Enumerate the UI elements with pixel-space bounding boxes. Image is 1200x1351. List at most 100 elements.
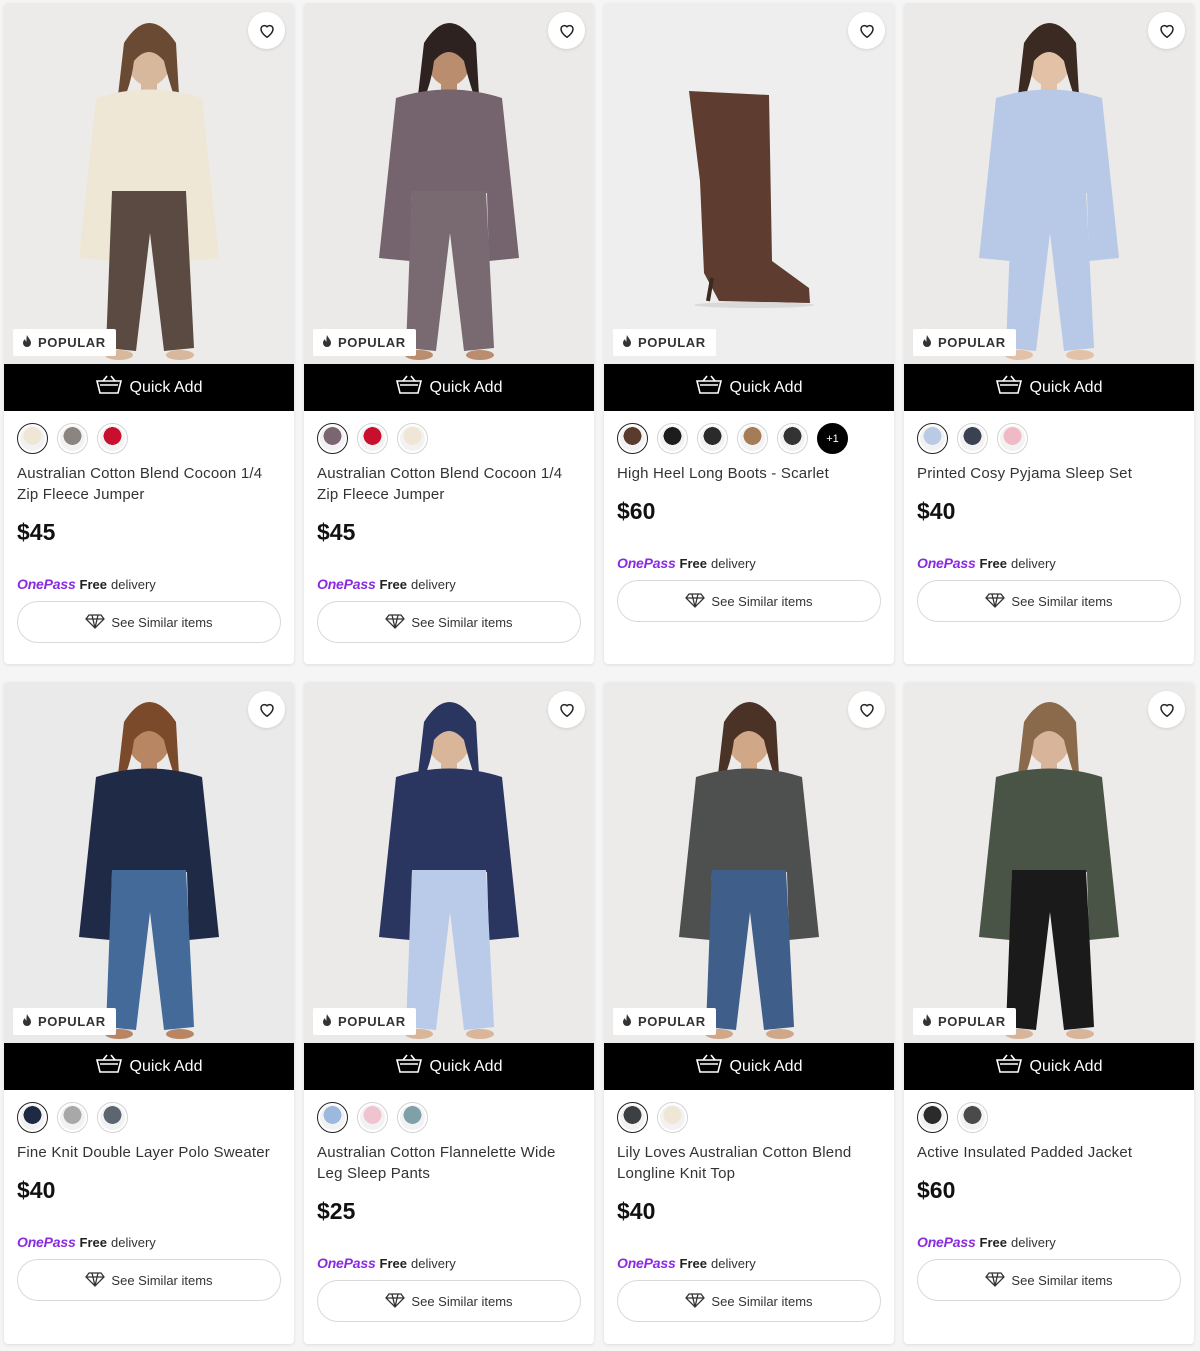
product-price: $60	[617, 498, 656, 524]
quick-add-button[interactable]: Quick Add	[4, 1043, 294, 1090]
quick-add-button[interactable]: Quick Add	[4, 364, 294, 411]
color-swatch[interactable]	[57, 1102, 88, 1133]
delivery-label: delivery	[1011, 1234, 1056, 1250]
product-image[interactable]: POPULAR	[904, 3, 1194, 364]
product-image[interactable]: POPULAR	[604, 682, 894, 1043]
product-title[interactable]: High Heel Long Boots - Scarlet	[617, 463, 881, 484]
color-swatch[interactable]	[617, 423, 648, 454]
color-swatch[interactable]	[357, 1102, 388, 1133]
color-swatch[interactable]	[997, 423, 1028, 454]
product-card[interactable]: POPULAR Quick Add Australian Cotton Blen…	[4, 3, 294, 664]
color-swatch[interactable]	[957, 1102, 988, 1133]
product-card[interactable]: POPULAR Quick Add Fine Knit Double Layer…	[4, 682, 294, 1344]
color-swatch[interactable]	[317, 1102, 348, 1133]
wishlist-heart-icon[interactable]	[1148, 691, 1185, 728]
color-swatch[interactable]	[357, 423, 388, 454]
product-title[interactable]: Lily Loves Australian Cotton Blend Longl…	[617, 1142, 881, 1184]
color-swatches	[17, 1102, 281, 1133]
onepass-delivery: OnePass Free delivery	[617, 554, 881, 572]
diamond-icon	[685, 592, 706, 611]
see-similar-button[interactable]: See Similar items	[317, 601, 581, 643]
color-swatch[interactable]	[17, 423, 48, 454]
product-card[interactable]: POPULAR Quick Add Australian Cotton Flan…	[304, 682, 594, 1344]
color-swatch[interactable]	[17, 1102, 48, 1133]
see-similar-button[interactable]: See Similar items	[317, 1280, 581, 1322]
color-swatch[interactable]	[917, 423, 948, 454]
wishlist-heart-icon[interactable]	[548, 12, 585, 49]
see-similar-label: See Similar items	[1011, 1272, 1113, 1288]
product-card[interactable]: POPULAR Quick Add Lily Loves Australian …	[604, 682, 894, 1344]
product-card[interactable]: POPULAR Quick Add +1 High Heel Long Boot…	[604, 3, 894, 664]
color-swatch[interactable]	[697, 423, 728, 454]
delivery-label: delivery	[411, 576, 456, 592]
delivery-label: delivery	[711, 555, 756, 571]
see-similar-button[interactable]: See Similar items	[917, 580, 1181, 622]
color-swatch[interactable]	[57, 423, 88, 454]
free-label: Free	[379, 1255, 407, 1271]
see-similar-label: See Similar items	[411, 614, 513, 630]
wishlist-heart-icon[interactable]	[248, 691, 285, 728]
see-similar-button[interactable]: See Similar items	[17, 1259, 281, 1301]
product-title[interactable]: Australian Cotton Flannelette Wide Leg S…	[317, 1142, 581, 1184]
flame-icon	[322, 334, 332, 351]
product-image[interactable]: POPULAR	[304, 682, 594, 1043]
quick-add-button[interactable]: Quick Add	[904, 364, 1194, 411]
product-title[interactable]: Australian Cotton Blend Cocoon 1/4 Zip F…	[17, 463, 281, 505]
delivery-label: delivery	[711, 1255, 756, 1271]
wishlist-heart-icon[interactable]	[1148, 12, 1185, 49]
quick-add-button[interactable]: Quick Add	[304, 1043, 594, 1090]
see-similar-button[interactable]: See Similar items	[617, 580, 881, 622]
quick-add-button[interactable]: Quick Add	[604, 1043, 894, 1090]
product-title[interactable]: Active Insulated Padded Jacket	[917, 1142, 1181, 1163]
wishlist-heart-icon[interactable]	[848, 691, 885, 728]
popular-badge: POPULAR	[613, 329, 716, 356]
quick-add-label: Quick Add	[429, 1057, 503, 1075]
diamond-icon	[985, 592, 1006, 611]
product-card[interactable]: POPULAR Quick Add Active Insulated Padde…	[904, 682, 1194, 1344]
color-swatch[interactable]	[617, 1102, 648, 1133]
color-swatch[interactable]	[317, 423, 348, 454]
color-swatch[interactable]	[97, 423, 128, 454]
product-card[interactable]: POPULAR Quick Add Australian Cotton Blen…	[304, 3, 594, 664]
product-title[interactable]: Printed Cosy Pyjama Sleep Set	[917, 463, 1181, 484]
quick-add-button[interactable]: Quick Add	[304, 364, 594, 411]
color-swatch[interactable]	[737, 423, 768, 454]
see-similar-button[interactable]: See Similar items	[917, 1259, 1181, 1301]
product-price: $40	[17, 1177, 56, 1203]
see-similar-button[interactable]: See Similar items	[17, 601, 281, 643]
color-swatch[interactable]	[957, 423, 988, 454]
product-card[interactable]: POPULAR Quick Add Printed Cosy Pyjama Sl…	[904, 3, 1194, 664]
onepass-delivery: OnePass Free delivery	[317, 575, 581, 593]
quick-add-button[interactable]: Quick Add	[904, 1043, 1194, 1090]
product-image[interactable]: POPULAR	[4, 682, 294, 1043]
product-image[interactable]: POPULAR	[4, 3, 294, 364]
color-swatch[interactable]	[657, 423, 688, 454]
more-colors-button[interactable]: +1	[817, 423, 848, 454]
wishlist-heart-icon[interactable]	[848, 12, 885, 49]
onepass-logo: OnePass	[617, 555, 676, 571]
color-swatch[interactable]	[397, 423, 428, 454]
badge-label: POPULAR	[38, 1014, 106, 1029]
product-title[interactable]: Fine Knit Double Layer Polo Sweater	[17, 1142, 281, 1163]
free-label: Free	[79, 576, 107, 592]
product-image[interactable]: POPULAR	[304, 3, 594, 364]
see-similar-button[interactable]: See Similar items	[617, 1280, 881, 1322]
wishlist-heart-icon[interactable]	[548, 691, 585, 728]
color-swatch[interactable]	[657, 1102, 688, 1133]
color-swatch[interactable]	[777, 423, 808, 454]
see-similar-label: See Similar items	[711, 1293, 813, 1309]
color-swatch[interactable]	[397, 1102, 428, 1133]
popular-badge: POPULAR	[13, 1008, 116, 1035]
product-title[interactable]: Australian Cotton Blend Cocoon 1/4 Zip F…	[317, 463, 581, 505]
color-swatch[interactable]	[917, 1102, 948, 1133]
quick-add-button[interactable]: Quick Add	[604, 364, 894, 411]
product-image[interactable]: POPULAR	[604, 3, 894, 364]
wishlist-heart-icon[interactable]	[248, 12, 285, 49]
product-price: $60	[917, 1177, 956, 1203]
color-swatch[interactable]	[97, 1102, 128, 1133]
basket-icon	[995, 1054, 1022, 1079]
onepass-logo: OnePass	[917, 1234, 976, 1250]
product-price: $25	[317, 1198, 356, 1224]
product-image[interactable]: POPULAR	[904, 682, 1194, 1043]
product-price: $45	[317, 519, 356, 545]
